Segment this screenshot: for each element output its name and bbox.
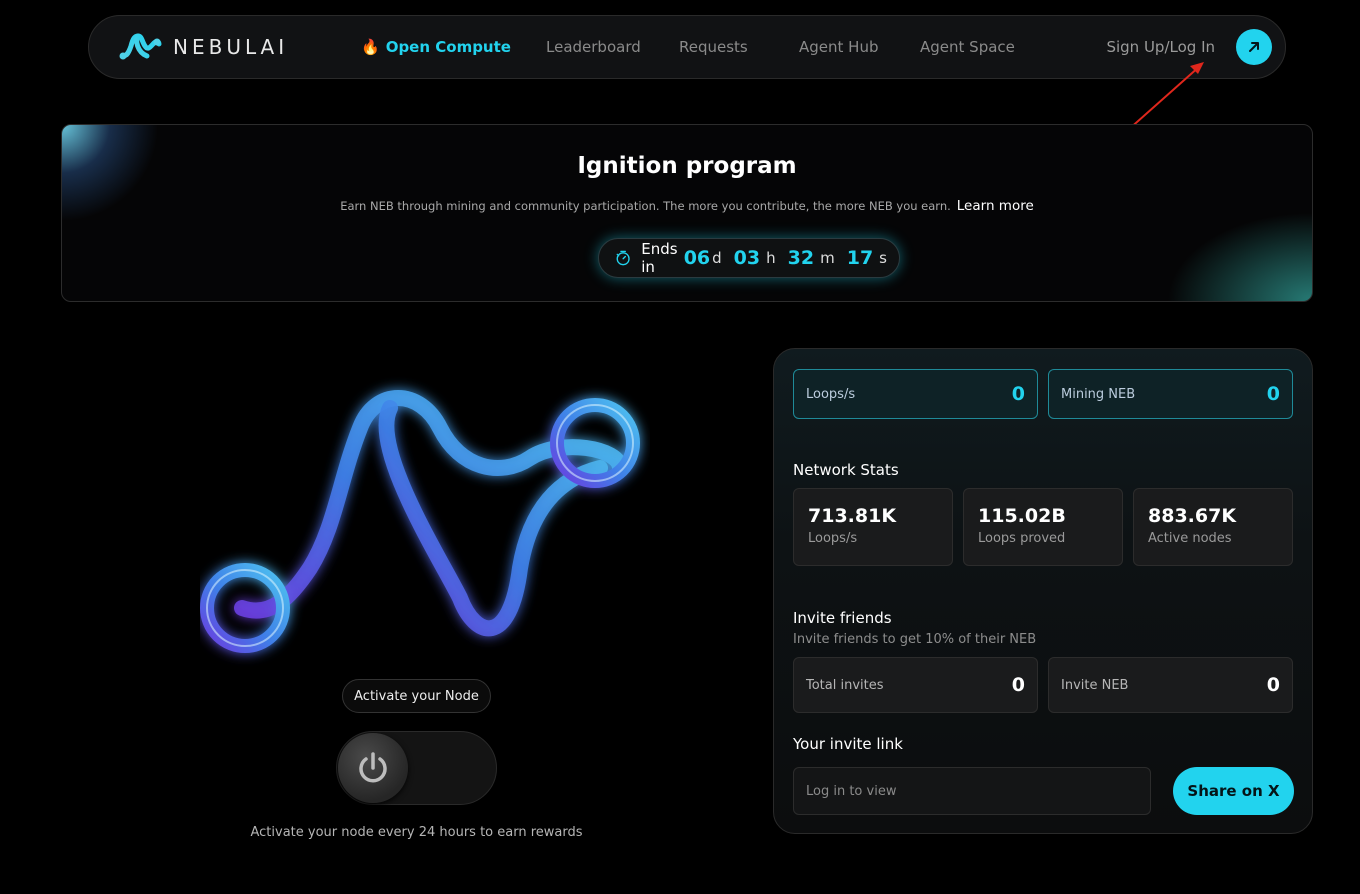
learn-more-link[interactable]: Learn more: [957, 198, 1034, 214]
arrow-up-right-icon: [1249, 42, 1259, 52]
stats-panel: Loops/s 0 Mining NEB 0 Network Stats 713…: [773, 348, 1313, 834]
invite-link-title: Your invite link: [793, 735, 903, 753]
logo-text: NEBULAI: [173, 35, 289, 59]
nav-link-agent-space[interactable]: Agent Space: [920, 38, 1015, 56]
signup-arrow-button[interactable]: [1236, 29, 1272, 65]
invite-subtitle: Invite friends to get 10% of their NEB: [793, 632, 1037, 647]
banner-subtitle: Earn NEB through mining and community pa…: [340, 198, 1034, 214]
countdown-timer: Ends in 06 d 03 h 32 m 17 s: [598, 238, 900, 278]
fire-icon: 🔥: [361, 38, 380, 56]
network-stat-card: 713.81K Loops/s: [793, 488, 953, 566]
loops-value: 0: [1011, 383, 1025, 405]
loops-per-second-box: Loops/s 0: [793, 369, 1038, 419]
network-stats-title: Network Stats: [793, 461, 899, 479]
countdown-days: 06: [683, 247, 711, 269]
countdown-label: Ends in: [641, 240, 678, 276]
power-icon: [359, 752, 387, 783]
signup-login-link[interactable]: Sign Up/Log In: [1106, 38, 1215, 56]
mining-value: 0: [1266, 383, 1280, 405]
nav-link-agent-hub[interactable]: Agent Hub: [799, 38, 878, 56]
share-on-x-button[interactable]: Share on X: [1173, 767, 1294, 815]
ignition-banner: Ignition program Earn NEB through mining…: [61, 124, 1313, 302]
mining-neb-box: Mining NEB 0: [1048, 369, 1293, 419]
countdown-hours: 03: [733, 247, 761, 269]
invite-friends-title: Invite friends: [793, 609, 892, 627]
countdown-seconds: 17: [846, 247, 874, 269]
nebulai-logo-icon: [119, 33, 162, 60]
network-stat-card: 115.02B Loops proved: [963, 488, 1123, 566]
stopwatch-icon: [616, 250, 630, 266]
banner-title: Ignition program: [577, 153, 797, 179]
countdown-minutes: 32: [787, 247, 815, 269]
total-invites-box: Total invites 0: [793, 657, 1038, 713]
logo[interactable]: NEBULAI: [117, 32, 288, 62]
activate-node-label: Activate your Node: [342, 679, 491, 713]
invite-neb-box: Invite NEB 0: [1048, 657, 1293, 713]
nav-link-leaderboard[interactable]: Leaderboard: [546, 38, 641, 56]
network-stat-card: 883.67K Active nodes: [1133, 488, 1293, 566]
nav-link-requests[interactable]: Requests: [679, 38, 748, 56]
nav-link-open-compute[interactable]: 🔥 Open Compute: [361, 38, 511, 56]
nebulai-large-logo-icon: [200, 390, 640, 653]
toggle-knob[interactable]: [338, 733, 408, 803]
node-power-toggle[interactable]: [336, 731, 497, 805]
top-nav: NEBULAI 🔥 Open Compute Leaderboard Reques…: [88, 15, 1286, 79]
invite-link-field[interactable]: Log in to view: [793, 767, 1151, 815]
activate-note: Activate your node every 24 hours to ear…: [250, 825, 583, 840]
